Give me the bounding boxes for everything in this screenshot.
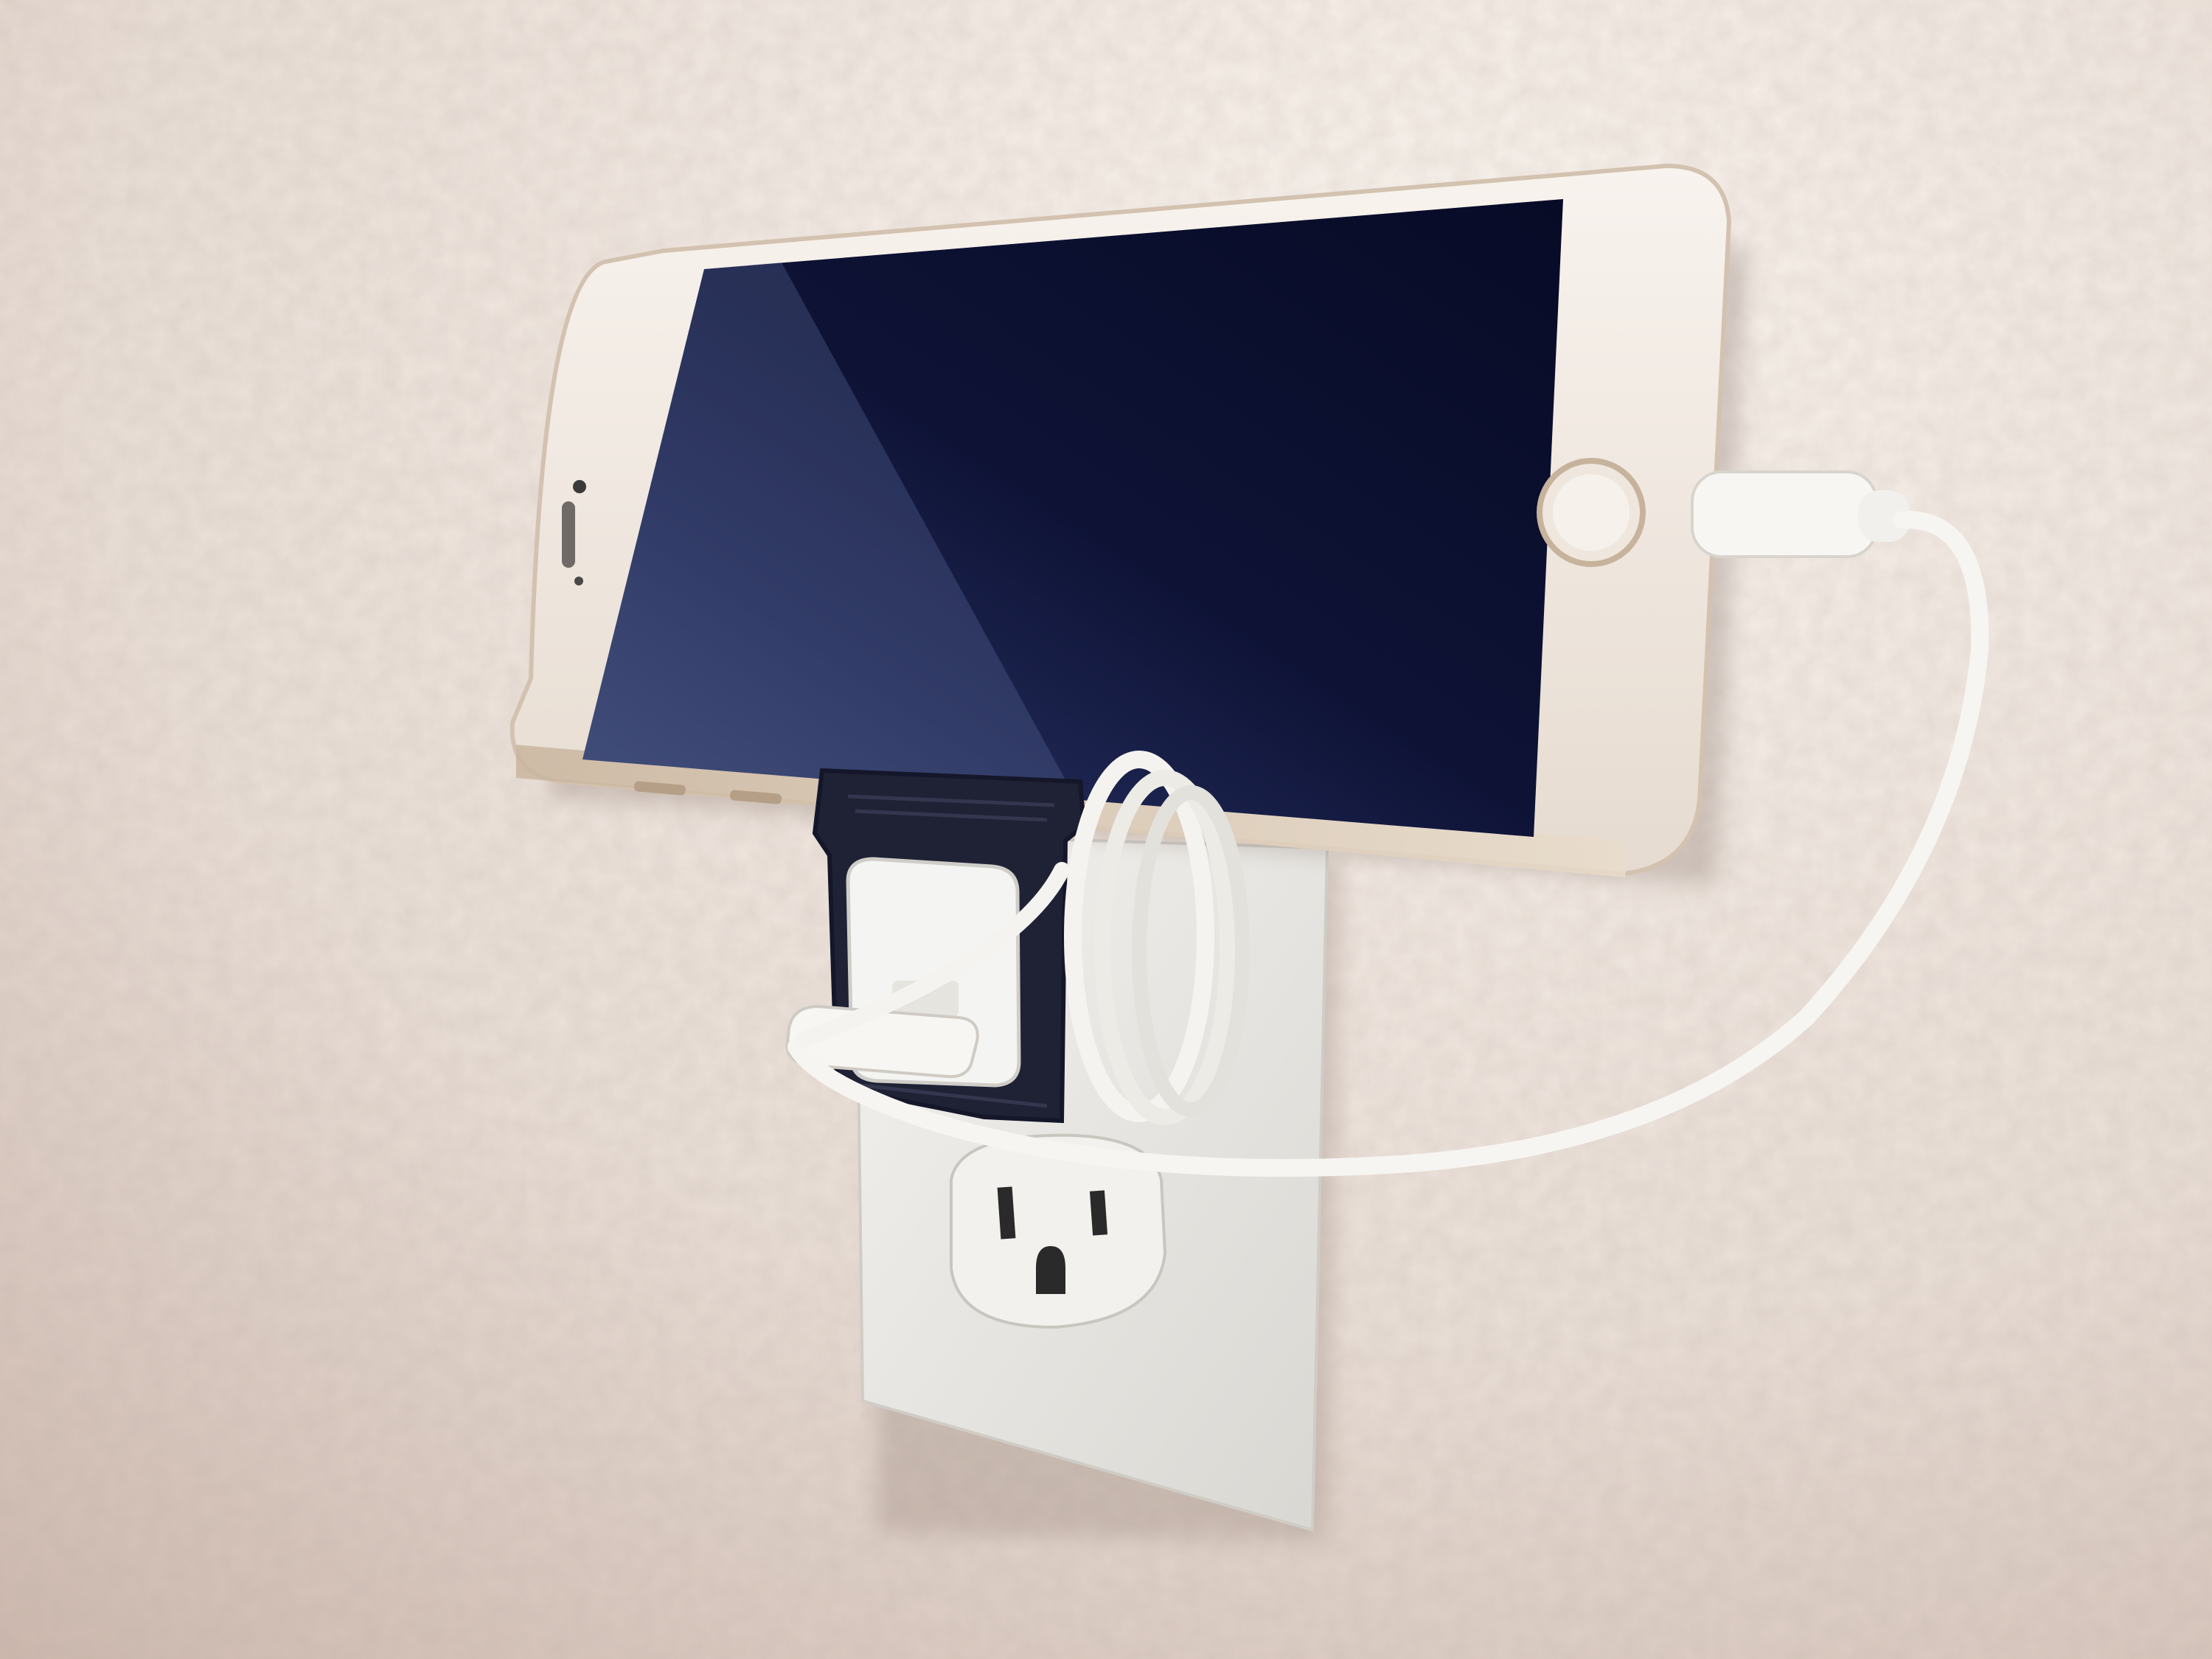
outlet-slot-right	[1089, 1190, 1108, 1236]
lightning-connector	[1691, 470, 1878, 558]
front-camera	[573, 480, 586, 493]
photo-scene	[0, 0, 2212, 1659]
outlet-ground-hole	[1036, 1246, 1065, 1294]
home-button-inner	[1553, 474, 1630, 551]
proximity-sensor	[574, 577, 583, 585]
earpiece	[562, 501, 575, 568]
